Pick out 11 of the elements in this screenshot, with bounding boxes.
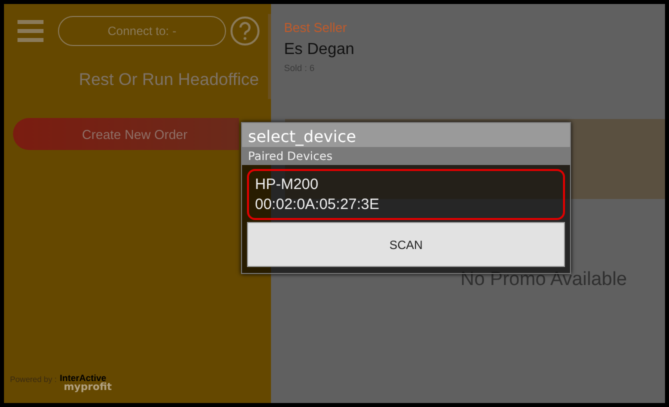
best-seller-heading: Best Seller bbox=[284, 20, 348, 35]
scan-button[interactable]: SCAN bbox=[247, 222, 565, 267]
product-name: Es Degan bbox=[284, 41, 356, 59]
brand-logo-text: myprofit bbox=[64, 383, 112, 393]
dialog-title: select_device bbox=[242, 123, 570, 147]
store-name: Rest Or Run Headoffice bbox=[78, 70, 260, 90]
menu-icon[interactable] bbox=[17, 20, 44, 42]
device-item[interactable]: HP-M200 00:02:0A:05:27:3E bbox=[247, 169, 565, 220]
help-icon[interactable] bbox=[230, 16, 260, 46]
section-header: Paired Devices bbox=[242, 147, 570, 165]
brand-logo-text: InterActive bbox=[60, 374, 106, 383]
